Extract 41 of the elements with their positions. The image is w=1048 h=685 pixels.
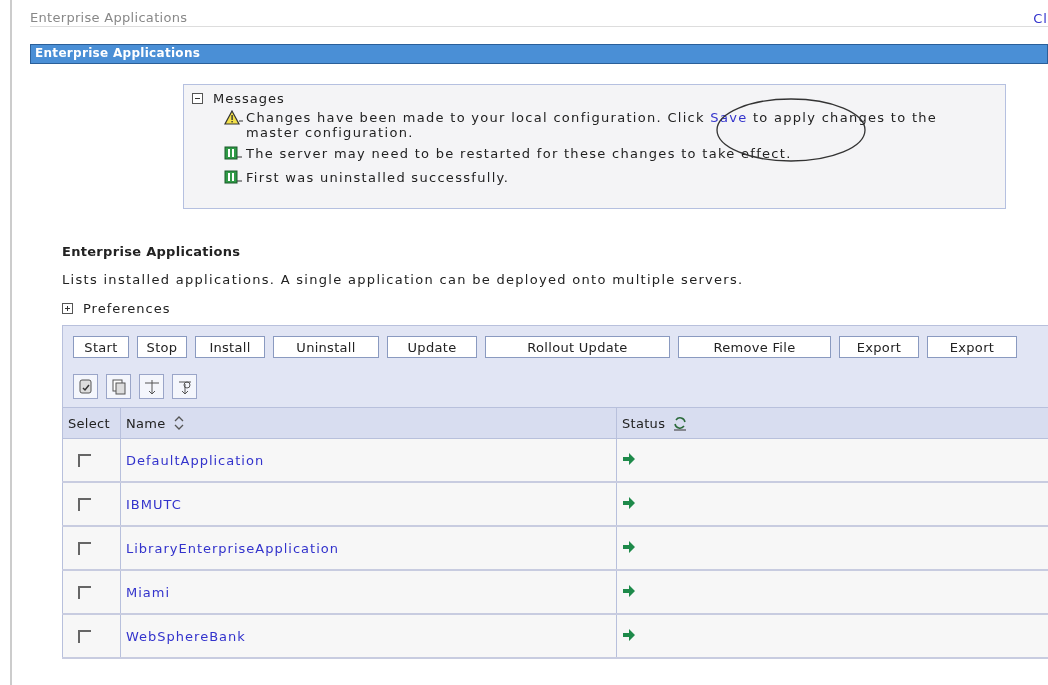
description: Lists installed applications. A single application can be deployed onto multiple servers. bbox=[62, 272, 745, 287]
action-button[interactable]: Update bbox=[387, 336, 477, 358]
application-link[interactable]: DefaultApplication bbox=[126, 452, 265, 468]
refresh-icon[interactable] bbox=[673, 415, 688, 431]
message-text: The server may need to be restarted for these changes to take effect. bbox=[246, 146, 792, 161]
action-button[interactable]: Export bbox=[839, 336, 919, 358]
action-button[interactable]: Remove File bbox=[678, 336, 831, 358]
warning-icon bbox=[224, 110, 244, 126]
column-header[interactable]: Name bbox=[126, 415, 166, 431]
collapse-icon[interactable] bbox=[192, 93, 203, 104]
application-link[interactable]: Miami bbox=[126, 584, 171, 600]
row-checkbox[interactable] bbox=[78, 585, 91, 599]
deselect-all-icon[interactable] bbox=[106, 374, 131, 399]
row-checkbox[interactable] bbox=[78, 629, 91, 643]
row-checkbox[interactable] bbox=[78, 541, 91, 555]
message-text: First was uninstalled successfully. bbox=[246, 170, 510, 185]
action-button[interactable]: Install bbox=[195, 336, 265, 358]
row-checkbox[interactable] bbox=[78, 497, 91, 511]
messages-title: Messages bbox=[213, 91, 285, 106]
sort-icon[interactable] bbox=[173, 416, 184, 430]
close-link[interactable]: Cl bbox=[1033, 11, 1048, 26]
action-button[interactable]: Stop bbox=[137, 336, 187, 358]
filter-icon[interactable] bbox=[172, 374, 197, 399]
expand-icon[interactable] bbox=[62, 303, 73, 314]
column-header: Status bbox=[622, 415, 666, 431]
preferences-toggle[interactable]: Preferences bbox=[83, 301, 171, 316]
panel-title-bar: Enterprise Applications bbox=[30, 44, 1048, 64]
application-link[interactable]: WebSphereBank bbox=[126, 628, 246, 644]
action-button[interactable]: Rollout Update bbox=[485, 336, 670, 358]
action-button[interactable]: Uninstall bbox=[273, 336, 379, 358]
select-all-icon[interactable] bbox=[73, 374, 98, 399]
info-icon bbox=[224, 146, 244, 162]
action-button[interactable]: Start bbox=[73, 336, 129, 358]
info-icon bbox=[224, 170, 244, 186]
row-checkbox[interactable] bbox=[78, 453, 91, 467]
section-title: Enterprise Applications bbox=[62, 244, 242, 259]
application-link[interactable]: IBMUTC bbox=[126, 496, 182, 512]
column-header: Select bbox=[62, 407, 121, 439]
application-link[interactable]: LibraryEnterpriseApplication bbox=[126, 540, 339, 556]
action-button[interactable]: Export bbox=[927, 336, 1017, 358]
breadcrumb: Enterprise Applications bbox=[30, 10, 188, 26]
